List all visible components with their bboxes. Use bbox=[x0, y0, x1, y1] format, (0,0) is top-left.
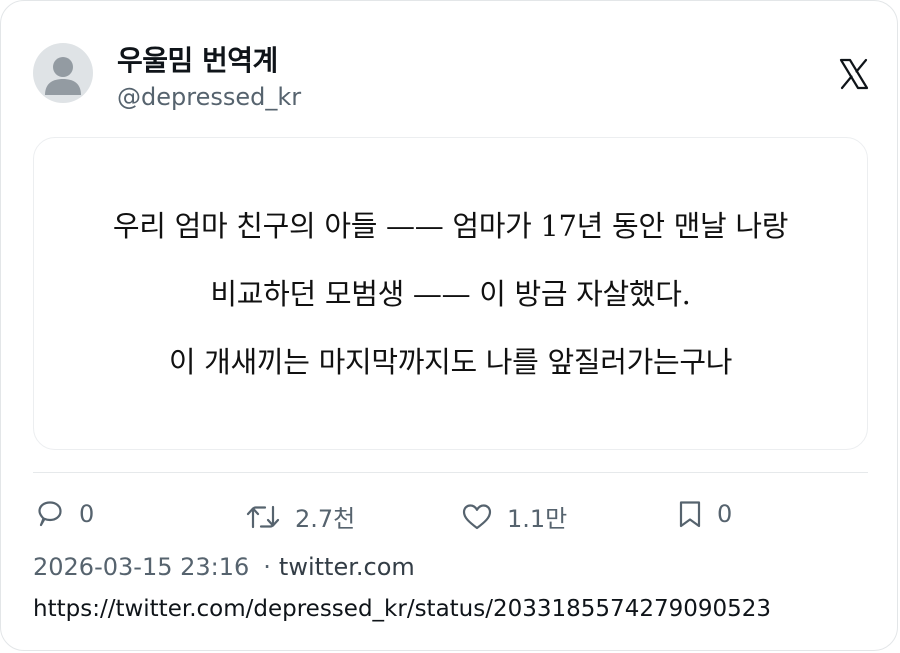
author-handle[interactable]: @depressed_kr bbox=[117, 83, 301, 111]
bookmark-button[interactable]: 0 bbox=[677, 499, 732, 529]
retweet-button[interactable]: 2.7천 bbox=[245, 499, 355, 534]
post-text-line: 이 개새끼는 마지막까지도 나를 앞질러가는구나 bbox=[168, 344, 733, 379]
post-content: 우리 엄마 친구의 아들 —— 엄마가 17년 동안 맨날 나랑 비교하던 모범… bbox=[33, 137, 868, 450]
x-logo-icon[interactable] bbox=[839, 58, 869, 90]
meta-separator: · bbox=[263, 553, 271, 581]
like-button[interactable]: 1.1만 bbox=[461, 499, 567, 534]
default-avatar-icon bbox=[45, 57, 81, 95]
retweet-count: 2.7천 bbox=[295, 505, 356, 533]
post-text-line: 우리 엄마 친구의 아들 —— 엄마가 17년 동안 맨날 나랑 bbox=[112, 208, 789, 243]
timestamp[interactable]: 2026-03-15 23:16 bbox=[33, 553, 249, 581]
reply-icon bbox=[38, 501, 62, 527]
post-text-line: 비교하던 모범생 —— 이 방금 자살했다. bbox=[210, 276, 691, 311]
tweet-card: 우울밈 번역계 @depressed_kr 우리 엄마 친구의 아들 —— 엄마… bbox=[0, 0, 898, 651]
reply-button[interactable]: 0 bbox=[35, 499, 94, 529]
author-display-name[interactable]: 우울밈 번역계 bbox=[117, 39, 278, 79]
status-url[interactable]: https://twitter.com/depressed_kr/status/… bbox=[33, 596, 771, 622]
bookmark-count: 0 bbox=[717, 500, 733, 528]
source-link[interactable]: twitter.com bbox=[279, 553, 415, 581]
bookmark-icon bbox=[679, 501, 701, 528]
retweet-icon bbox=[246, 505, 280, 528]
heart-icon bbox=[462, 503, 492, 529]
post-meta: 2026-03-15 23:16 · twitter.com bbox=[33, 553, 415, 581]
avatar[interactable] bbox=[33, 43, 93, 103]
divider bbox=[33, 472, 868, 473]
reply-count: 0 bbox=[79, 500, 95, 528]
like-count: 1.1만 bbox=[507, 505, 568, 533]
